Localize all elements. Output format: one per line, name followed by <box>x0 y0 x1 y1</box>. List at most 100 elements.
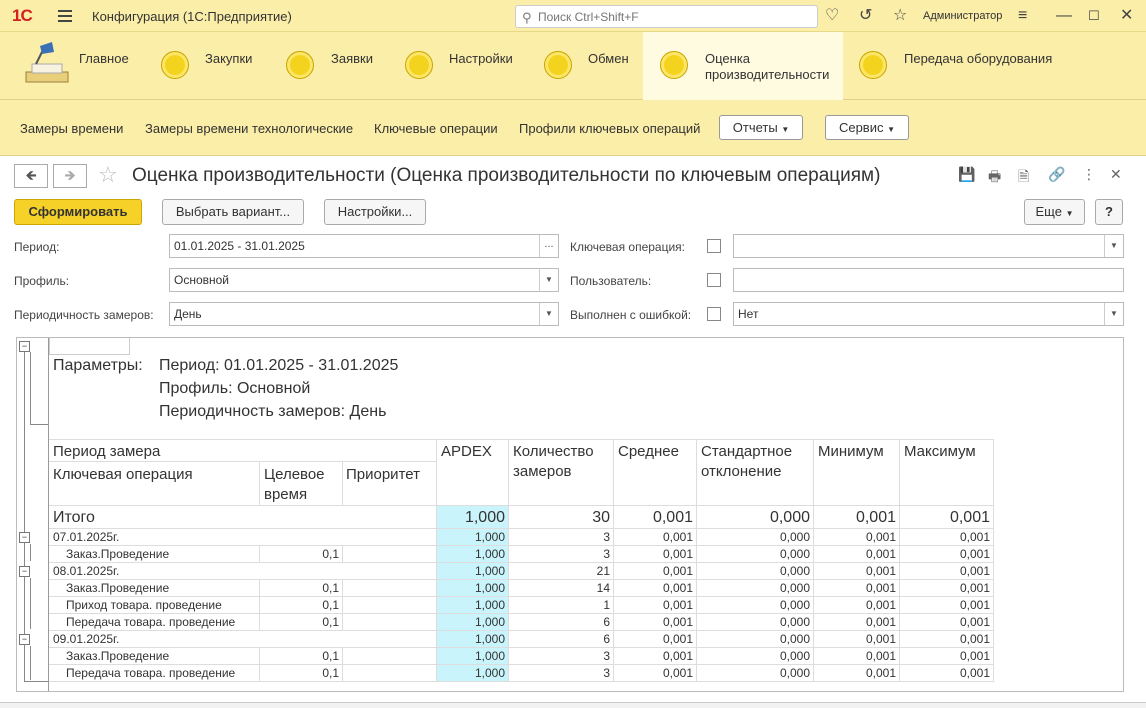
section-circle-icon <box>405 51 433 79</box>
chevron-down-icon[interactable]: ▼ <box>539 303 558 325</box>
error-checkbox[interactable] <box>707 307 721 321</box>
row-label: Передача товара. проведение <box>66 666 236 680</box>
row-priority-cell <box>343 580 437 597</box>
periodicity-value: День <box>174 307 202 321</box>
favorite-star-icon[interactable]: ☆ <box>98 162 118 188</box>
report-spreadsheet[interactable]: − − − − Параметры: Период: 01.01.2025 - … <box>16 337 1124 692</box>
history-icon[interactable]: ↺ <box>859 6 872 26</box>
period-select-button[interactable]: ... <box>539 235 558 257</box>
row-count: 3 <box>603 649 610 663</box>
more-button[interactable]: Еще ▼ <box>1024 199 1085 225</box>
row-label: Передача товара. проведение <box>66 615 236 629</box>
row-max: 0,001 <box>959 632 990 646</box>
user-checkbox[interactable] <box>707 273 721 287</box>
link-tech-time-measurements[interactable]: Замеры времени технологические <box>145 121 353 136</box>
profile-label: Профиль: <box>14 274 70 288</box>
back-button[interactable]: 🡸 <box>14 164 48 188</box>
row-min: 0,001 <box>865 649 896 663</box>
title-bar: 1С Конфигурация (1С:Предприятие) ⚲ ♡ ↺ ☆… <box>0 0 1146 32</box>
row-avg: 0,001 <box>662 649 693 663</box>
row-apdex: 1,000 <box>474 581 505 595</box>
row-priority-cell <box>343 648 437 665</box>
key-operation-field[interactable]: ▼ <box>733 234 1124 258</box>
collapse-toggle[interactable]: − <box>19 532 30 543</box>
preview-icon[interactable]: 🗎 <box>1018 166 1029 190</box>
close-form-icon[interactable]: ✕ <box>1110 166 1122 183</box>
section-label-purchases: Закупки <box>205 51 253 66</box>
user-field[interactable] <box>733 268 1124 292</box>
settings-menu-icon[interactable]: ≡ <box>1018 6 1027 26</box>
row-count: 3 <box>603 666 610 680</box>
search-box[interactable]: ⚲ <box>515 5 818 28</box>
maximize-icon[interactable]: ☐ <box>1088 6 1100 26</box>
row-min: 0,001 <box>865 581 896 595</box>
chevron-down-icon[interactable]: ▼ <box>539 269 558 291</box>
total-row <box>49 506 437 529</box>
link-key-operation-profiles[interactable]: Профили ключевых операций <box>519 121 700 136</box>
header-target-1: Целевое <box>264 466 325 483</box>
header-count-2: замеров <box>513 463 572 480</box>
error-field[interactable]: Нет ▼ <box>733 302 1124 326</box>
user-name[interactable]: Администратор <box>923 10 1002 22</box>
param-period: Период: 01.01.2025 - 31.01.2025 <box>159 357 399 374</box>
section-equipment-transfer[interactable]: Передача оборудования <box>857 32 1077 100</box>
chevron-down-icon: ▼ <box>1065 209 1074 218</box>
section-purchases[interactable]: Закупки <box>158 32 268 100</box>
section-settings[interactable]: Настройки <box>402 32 522 100</box>
row-max: 0,001 <box>959 649 990 663</box>
row-priority-cell <box>343 546 437 563</box>
link-time-measurements[interactable]: Замеры времени <box>20 121 123 136</box>
star-icon[interactable]: ☆ <box>893 6 907 26</box>
more-vertical-icon[interactable]: ⋮ <box>1082 166 1096 183</box>
section-label-main: Главное <box>79 51 129 66</box>
service-menu-button[interactable]: Сервис ▼ <box>825 115 909 140</box>
row-min: 0,001 <box>865 615 896 629</box>
row-avg: 0,001 <box>662 581 693 595</box>
search-input[interactable] <box>538 9 808 25</box>
report-form: 🡸 🡺 ☆ Оценка производительности (Оценка … <box>2 156 1144 708</box>
close-window-icon[interactable]: ✕ <box>1120 6 1133 26</box>
choose-variant-button[interactable]: Выбрать вариант... <box>162 199 304 225</box>
row-apdex: 1,000 <box>474 632 505 646</box>
group-line <box>24 352 25 681</box>
profile-field[interactable]: Основной ▼ <box>169 268 559 292</box>
forward-button[interactable]: 🡺 <box>53 164 87 188</box>
save-icon[interactable]: 💾 <box>958 166 975 183</box>
bell-icon[interactable]: ♡ <box>825 6 839 26</box>
collapse-toggle[interactable]: − <box>19 566 30 577</box>
period-label: Период: <box>14 240 60 254</box>
section-requests[interactable]: Заявки <box>284 32 384 100</box>
section-performance[interactable]: Оценка производительности <box>643 32 843 100</box>
link-icon[interactable]: 🔗 <box>1048 166 1065 183</box>
total-count: 30 <box>592 509 610 526</box>
key-operation-checkbox[interactable] <box>707 239 721 253</box>
minimize-icon[interactable]: — <box>1056 6 1072 26</box>
chevron-down-icon[interactable]: ▼ <box>1104 303 1123 325</box>
section-main[interactable]: Главное <box>14 32 136 100</box>
group-line <box>30 352 31 424</box>
group-line <box>30 544 31 561</box>
header-key-operation: Ключевая операция <box>53 466 193 483</box>
link-key-operations[interactable]: Ключевые операции <box>374 121 498 136</box>
main-menu-icon[interactable] <box>58 10 72 22</box>
search-icon: ⚲ <box>522 10 532 25</box>
section-circle-icon <box>544 51 572 79</box>
header-count-1: Количество <box>513 443 594 460</box>
collapse-toggle[interactable]: − <box>19 341 30 352</box>
row-std: 0,000 <box>779 530 810 544</box>
help-button[interactable]: ? <box>1095 199 1123 225</box>
collapse-toggle[interactable]: − <box>19 634 30 645</box>
row-label: 09.01.2025г. <box>53 632 120 646</box>
app-window: { "titlebar": { "logo": "1С", "app_title… <box>0 0 1146 708</box>
total-label: Итого <box>53 509 95 526</box>
periodicity-field[interactable]: День ▼ <box>169 302 559 326</box>
generate-button[interactable]: Сформировать <box>14 199 142 225</box>
settings-button[interactable]: Настройки... <box>324 199 426 225</box>
section-exchange[interactable]: Обмен <box>541 32 641 100</box>
reports-menu-button[interactable]: Отчеты ▼ <box>719 115 803 140</box>
error-value: Нет <box>738 307 759 321</box>
period-field[interactable]: 01.01.2025 - 31.01.2025 ... <box>169 234 559 258</box>
chevron-down-icon[interactable]: ▼ <box>1104 235 1123 257</box>
row-avg: 0,001 <box>662 632 693 646</box>
print-icon[interactable]: 🖶 <box>988 166 1001 190</box>
